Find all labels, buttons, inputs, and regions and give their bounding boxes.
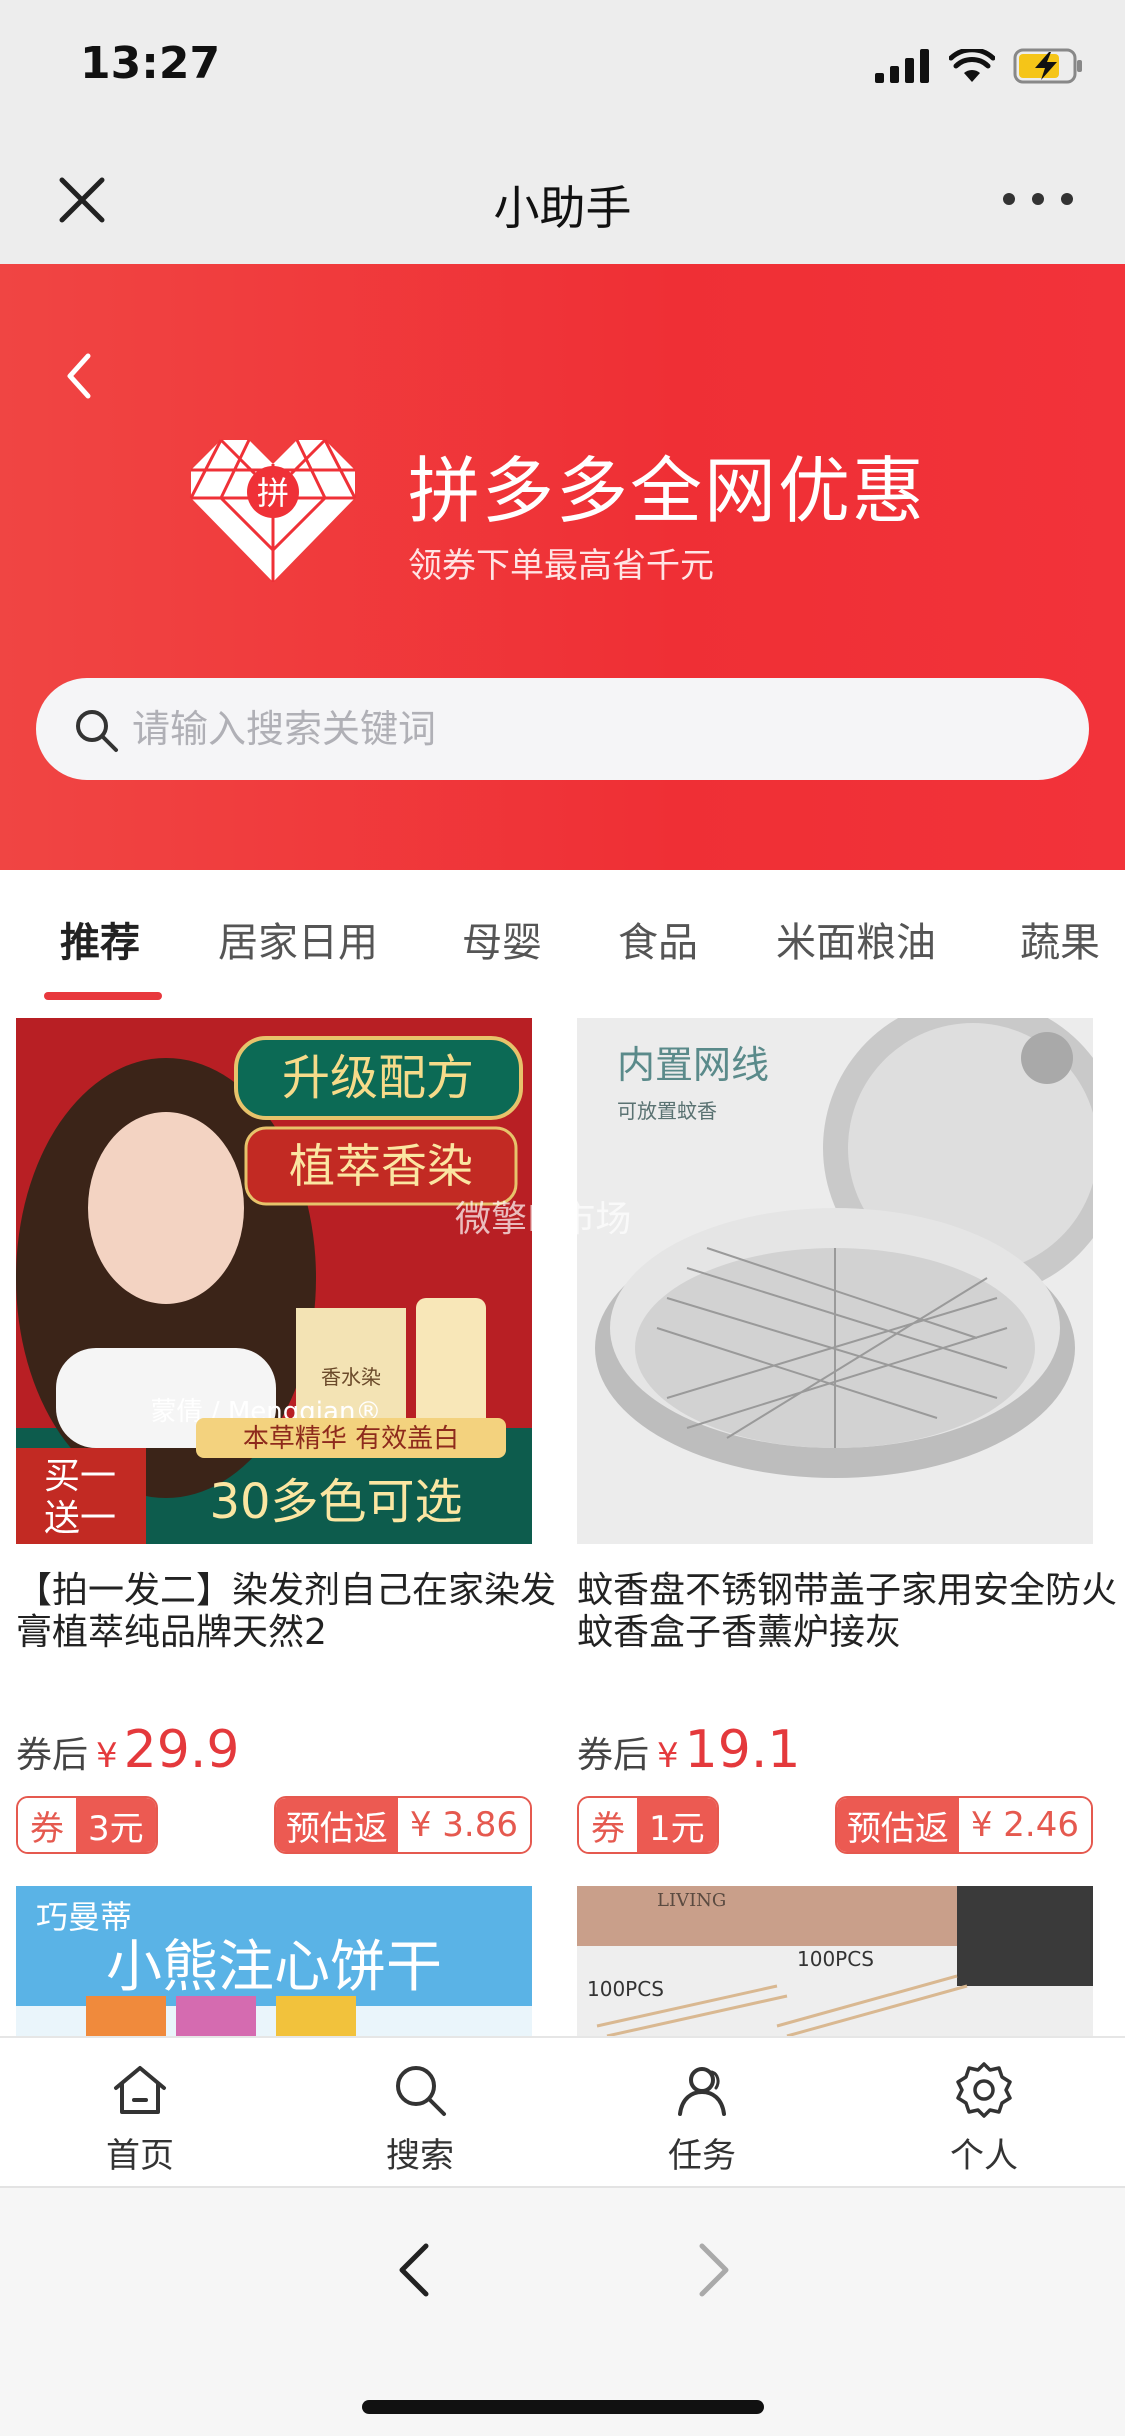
coupon-tag: 券 xyxy=(579,1798,637,1852)
gear-icon xyxy=(956,2062,1012,2118)
product-image-label: 100PCS xyxy=(587,1977,664,2001)
more-icon[interactable] xyxy=(1003,184,1073,214)
bottom-tab-label: 个人 xyxy=(950,2136,1018,2176)
price-row: 券后 ¥ 19.1 xyxy=(577,1720,800,1780)
bottom-tab-bar: 首页 搜索 任务 个人 xyxy=(0,2036,1125,2186)
status-bar: 13:27 xyxy=(0,0,1125,132)
bottom-tab-home[interactable]: 首页 xyxy=(60,2060,220,2177)
product-card[interactable]: 升级配方 植萃香染 香水染 蒙倩 / Mengqian® 本草精华 有效盖白 买… xyxy=(16,1010,556,1880)
back-icon[interactable] xyxy=(58,346,98,406)
logo-text: 拼 xyxy=(257,474,289,512)
mini-program-nav-bar: 小助手 xyxy=(0,132,1125,264)
coupon-badge: 券 3元 xyxy=(16,1796,158,1854)
tab-recommend[interactable]: 推荐 xyxy=(60,910,140,968)
pinduoduo-logo: 拼 xyxy=(189,438,357,582)
wifi-icon xyxy=(949,49,995,82)
coupon-tag: 券 xyxy=(18,1798,76,1852)
coupon-value: 3元 xyxy=(76,1798,156,1852)
product-image-subline: 可放置蚊香 xyxy=(617,1099,717,1123)
bottom-tab-label: 任务 xyxy=(668,2136,736,2176)
price-value: 19.1 xyxy=(684,1720,801,1780)
home-icon xyxy=(114,2066,166,2114)
search-icon xyxy=(396,2066,446,2116)
price-value: 29.9 xyxy=(123,1720,240,1780)
product-image-label: LIVING xyxy=(657,1890,726,1911)
product-image-label: 100PCS xyxy=(797,1947,874,1971)
product-image-box-text: 香水染 xyxy=(321,1365,381,1389)
tab-grain-oil[interactable]: 米面粮油 xyxy=(776,910,936,968)
signal-icon xyxy=(875,49,929,83)
status-time: 13:27 xyxy=(80,38,221,89)
coupon-value: 1元 xyxy=(637,1798,717,1852)
watermark: 微擎IP市场 xyxy=(455,1199,632,1240)
search-icon xyxy=(76,710,118,752)
home-indicator[interactable] xyxy=(362,2400,764,2414)
user-task-icon xyxy=(678,2067,726,2116)
product-card-partial[interactable]: 巧曼蒂 小熊注心饼干 xyxy=(16,1886,532,2040)
rebate-badge: 预估返 ¥ 2.46 xyxy=(834,1796,1093,1854)
active-tab-indicator xyxy=(44,992,162,1000)
header-title: 拼多多全网优惠 xyxy=(408,449,927,533)
price-row: 券后 ¥ 29.9 xyxy=(16,1720,239,1780)
rebate-label: 预估返 xyxy=(836,1798,959,1852)
product-image[interactable]: 内置网线 可放置蚊香 xyxy=(577,1018,1093,1544)
currency-symbol: ¥ xyxy=(657,1736,679,1776)
search-input[interactable] xyxy=(132,678,1032,780)
rebate-badge: 预估返 ¥ 3.86 xyxy=(273,1796,532,1854)
product-image-promo-line2: 送一 xyxy=(44,1498,116,1539)
tab-food[interactable]: 食品 xyxy=(618,910,698,968)
coupon-badge: 券 1元 xyxy=(577,1796,719,1854)
product-image-colors: 30多色可选 xyxy=(209,1474,462,1530)
bottom-tab-tasks[interactable]: 任务 xyxy=(622,2060,782,2177)
status-icons xyxy=(875,48,1085,84)
product-image-headline: 升级配方 xyxy=(282,1050,474,1106)
product-name[interactable]: 蚊香盘不锈钢带盖子家用安全防火蚊香盒子香薰炉接灰 xyxy=(577,1570,1117,1660)
tab-vegetables-fruits[interactable]: 蔬果 xyxy=(1020,910,1100,968)
header-subtitle: 领券下单最高省千元 xyxy=(408,546,714,586)
product-name[interactable]: 【拍一发二】染发剂自己在家染发膏植萃纯品牌天然2 xyxy=(16,1570,556,1660)
product-grid: 升级配方 植萃香染 香水染 蒙倩 / Mengqian® 本草精华 有效盖白 买… xyxy=(0,1010,1125,2040)
currency-symbol: ¥ xyxy=(96,1736,118,1776)
bottom-tab-profile[interactable]: 个人 xyxy=(904,2060,1064,2177)
browser-toolbar xyxy=(0,2186,1125,2436)
product-image-brand: 巧曼蒂 xyxy=(36,1898,132,1936)
bottom-tab-label: 搜索 xyxy=(386,2136,454,2176)
price-label: 券后 xyxy=(16,1735,89,1776)
product-image-tagline: 本草精华 有效盖白 xyxy=(243,1424,459,1454)
bottom-tab-label: 首页 xyxy=(106,2136,174,2176)
product-card-partial[interactable]: LIVING 100PCS 100PCS xyxy=(577,1886,1093,2040)
promo-header: 拼 拼多多全网优惠 领券下单最高省千元 xyxy=(0,264,1125,870)
product-image-slogan: 植萃香染 xyxy=(289,1139,473,1193)
rebate-value: ¥ 2.46 xyxy=(958,1798,1091,1852)
bottom-tab-search[interactable]: 搜索 xyxy=(340,2060,500,2177)
product-image-promo-line1: 买一 xyxy=(44,1456,116,1497)
product-card[interactable]: 内置网线 可放置蚊香 蚊香盘不锈钢带盖子家用安全防火蚊香盒子香薰炉接灰 券后 ¥… xyxy=(577,1010,1117,1880)
rebate-label: 预估返 xyxy=(275,1798,398,1852)
product-image[interactable]: 升级配方 植萃香染 香水染 蒙倩 / Mengqian® 本草精华 有效盖白 买… xyxy=(16,1018,532,1544)
rebate-value: ¥ 3.86 xyxy=(397,1798,530,1852)
tab-household[interactable]: 居家日用 xyxy=(218,910,378,968)
tab-baby[interactable]: 母婴 xyxy=(462,910,542,968)
category-tabs: 推荐 居家日用 母婴 食品 米面粮油 蔬果 xyxy=(0,870,1125,1010)
forward-arrow-icon[interactable] xyxy=(692,2238,736,2302)
price-label: 券后 xyxy=(577,1735,650,1776)
search-bar[interactable] xyxy=(36,678,1089,780)
product-image-headline: 内置网线 xyxy=(617,1043,769,1087)
product-image-headline: 小熊注心饼干 xyxy=(106,1935,442,2000)
battery-charging-icon xyxy=(1013,48,1082,84)
back-arrow-icon[interactable] xyxy=(392,2238,436,2302)
nav-title: 小助手 xyxy=(493,181,632,235)
